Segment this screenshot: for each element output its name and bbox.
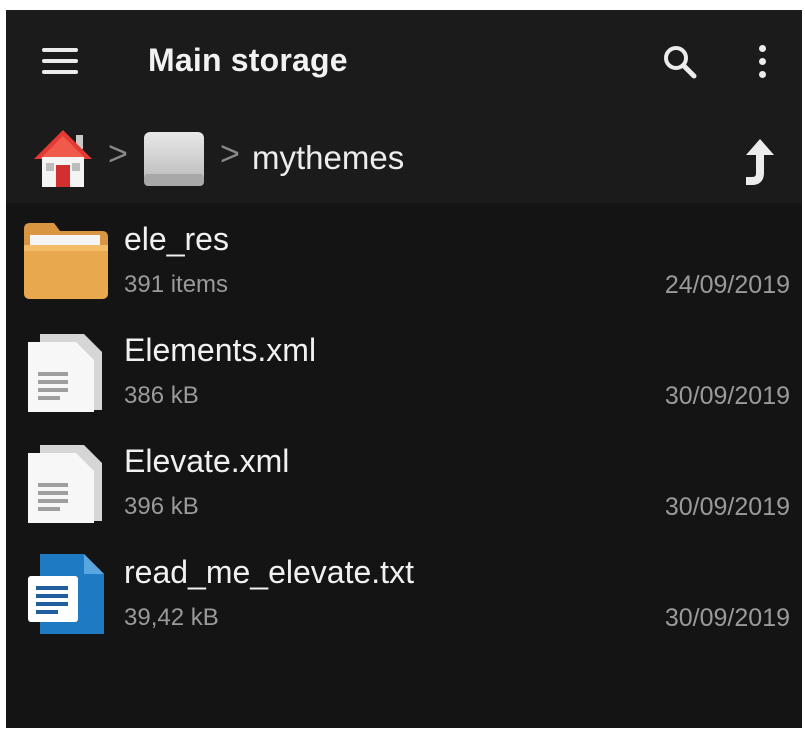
list-item[interactable]: Elevate.xml 396 kB 30/09/2019 bbox=[6, 425, 802, 536]
file-meta: 39,42 kB bbox=[124, 604, 219, 631]
list-item[interactable]: ele_res 391 items 24/09/2019 bbox=[6, 203, 802, 314]
menu-icon[interactable] bbox=[40, 46, 80, 76]
list-item[interactable]: read_me_elevate.txt 39,42 kB 30/09/2019 bbox=[6, 536, 802, 647]
file-date: 24/09/2019 bbox=[664, 271, 790, 299]
document-icon bbox=[20, 439, 110, 529]
file-name: Elements.xml bbox=[124, 332, 317, 368]
file-list: ele_res 391 items 24/09/2019 Elements.xm… bbox=[6, 203, 802, 647]
drive-icon[interactable] bbox=[142, 130, 206, 188]
file-date: 30/09/2019 bbox=[664, 604, 790, 632]
folder-icon bbox=[20, 217, 110, 301]
arrow-up-icon[interactable] bbox=[740, 137, 780, 185]
breadcrumb: > > mythemes bbox=[6, 113, 802, 203]
list-item[interactable]: Elements.xml 386 kB 30/09/2019 bbox=[6, 314, 802, 425]
file-meta: 391 items bbox=[124, 271, 229, 298]
file-manager-screen: Main storage > > mythemes ele_res 391 it… bbox=[6, 10, 802, 728]
breadcrumb-separator: > bbox=[220, 135, 240, 173]
home-icon[interactable] bbox=[32, 127, 94, 189]
file-meta: 396 kB bbox=[124, 493, 199, 520]
file-name: Elevate.xml bbox=[124, 443, 290, 479]
text-file-icon bbox=[20, 550, 110, 634]
file-date: 30/09/2019 bbox=[664, 382, 790, 410]
file-name: read_me_elevate.txt bbox=[124, 554, 414, 590]
file-meta: 386 kB bbox=[124, 382, 199, 409]
app-bar: Main storage bbox=[6, 10, 802, 113]
page-title: Main storage bbox=[148, 42, 348, 78]
file-name: ele_res bbox=[124, 221, 229, 257]
breadcrumb-current-folder[interactable]: mythemes bbox=[252, 139, 404, 177]
breadcrumb-separator: > bbox=[108, 135, 128, 173]
document-icon bbox=[20, 328, 110, 418]
file-date: 30/09/2019 bbox=[664, 493, 790, 521]
search-icon[interactable] bbox=[661, 43, 699, 81]
more-vert-icon[interactable] bbox=[754, 43, 770, 81]
